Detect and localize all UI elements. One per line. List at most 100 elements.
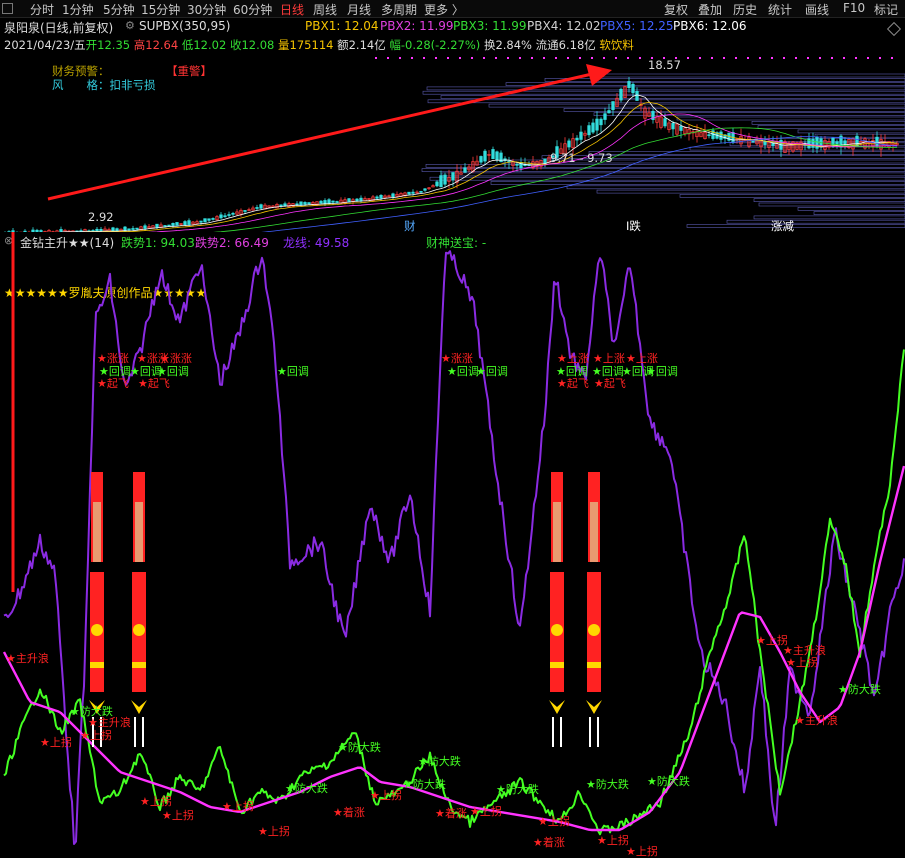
- candle-body: [619, 88, 623, 101]
- tab-15min[interactable]: 15分钟: [141, 1, 180, 18]
- signal-dot: [483, 57, 485, 59]
- candle-body: [595, 118, 599, 131]
- candle-body: [271, 205, 275, 208]
- candle-body: [319, 200, 323, 204]
- totem-2-band: [132, 662, 146, 668]
- candle-body: [99, 228, 103, 232]
- candle-body: [671, 122, 675, 130]
- indicator-panel[interactable]: ⊗ 金钻主升★★(14) 跌势1: 94.03 跌势2: 66.49 龙线: 4…: [0, 232, 905, 858]
- candle-body: [771, 142, 775, 146]
- totem-2-face: [135, 502, 143, 562]
- candle-body: [207, 218, 211, 221]
- candle-body: [303, 202, 307, 205]
- candle-body: [515, 163, 519, 166]
- f10-button[interactable]: F10: [843, 1, 865, 15]
- candle-body: [591, 122, 595, 133]
- volume-profile-bar: [505, 82, 905, 86]
- candle-body: [411, 191, 415, 194]
- signal-label-green: ★回调: [157, 365, 189, 378]
- signal-label-green: ★防大跌: [403, 777, 446, 791]
- candle-body: [379, 194, 383, 199]
- totem-3-band: [550, 662, 564, 668]
- candle-body: [439, 175, 443, 188]
- signal-dot: [759, 57, 761, 59]
- signal-dot: [579, 57, 581, 59]
- totem-3-bow: [549, 700, 565, 714]
- candle-body: [307, 202, 311, 205]
- signal-dot: [615, 57, 617, 59]
- candle-body: [115, 228, 119, 232]
- tab-daily[interactable]: 日线: [280, 1, 304, 18]
- signal-label-red: ★上拐: [40, 735, 72, 749]
- restore-right-button[interactable]: 复权: [664, 1, 688, 18]
- candle-body: [435, 181, 439, 187]
- signal-label-red: ★上涨: [593, 352, 625, 365]
- signal-label-red: ★主升浪: [783, 643, 826, 657]
- volume-profile-bar: [679, 194, 905, 198]
- stats-button[interactable]: 统计: [768, 1, 792, 18]
- candle-body: [835, 141, 839, 145]
- tab-intraday[interactable]: 分时: [30, 1, 54, 18]
- candle-body: [843, 140, 847, 145]
- candle-body: [227, 214, 231, 216]
- candle-body: [243, 210, 247, 212]
- mark-button[interactable]: 标记: [874, 1, 898, 18]
- tab-30min[interactable]: 30分钟: [187, 1, 226, 18]
- signal-label-red: ★着涨: [333, 805, 365, 819]
- tab-5min[interactable]: 5分钟: [103, 1, 135, 18]
- signal-dot: [783, 57, 785, 59]
- candle-body: [323, 200, 327, 204]
- candle-body: [607, 110, 611, 114]
- candle-body: [155, 223, 159, 228]
- signal-dot: [507, 57, 509, 59]
- signal-label-red: ★上拐: [786, 655, 818, 669]
- candle-body: [407, 191, 411, 195]
- signal-label-red: ★涨涨: [441, 352, 473, 365]
- signal-label-green: ★防大跌: [496, 782, 539, 796]
- candle-body: [231, 212, 235, 215]
- candle-body: [495, 151, 499, 161]
- overlay-button[interactable]: 叠加: [698, 1, 722, 18]
- candle-body: [199, 220, 203, 223]
- signal-label-green: ★回调: [99, 365, 131, 378]
- signal-label-red: ★主升浪: [795, 713, 838, 727]
- signal-dot: [591, 57, 593, 59]
- volume-profile-bar: [488, 103, 905, 108]
- signal-label-green: ★回调: [556, 365, 588, 378]
- candle-body: [579, 131, 583, 140]
- candle-body: [611, 101, 615, 111]
- candle-body: [491, 149, 495, 159]
- candle-body: [483, 150, 487, 162]
- panel-toggle-icon[interactable]: [2, 3, 13, 14]
- totem-1-coin: [91, 624, 103, 636]
- candle-body: [567, 140, 571, 148]
- tab-60min[interactable]: 60分钟: [233, 1, 272, 18]
- signal-label-green: ★防大跌: [418, 754, 461, 768]
- tab-weekly[interactable]: 周线: [313, 1, 337, 18]
- tab-1min[interactable]: 1分钟: [62, 1, 94, 18]
- volume-profile-bar: [490, 181, 905, 185]
- totem-4-band: [587, 662, 601, 668]
- totem-3-leg-left: [552, 717, 554, 747]
- price-low-label: 2.92: [88, 210, 114, 224]
- history-button[interactable]: 历史: [733, 1, 757, 18]
- candle-body: [163, 225, 167, 227]
- volume-profile-bar: [686, 224, 905, 228]
- tab-monthly[interactable]: 月线: [347, 1, 371, 18]
- tab-more[interactable]: 更多 〉: [424, 1, 464, 18]
- volume-profile-bar: [588, 151, 905, 155]
- signal-label-green: ★回调: [447, 365, 479, 378]
- tab-multi-period[interactable]: 多周期: [381, 1, 417, 18]
- draw-button[interactable]: 画线: [805, 1, 829, 18]
- candle-body: [127, 228, 131, 231]
- settings-gear-icon[interactable]: ⚙: [125, 19, 135, 32]
- volume-profile-bar: [797, 129, 905, 134]
- candle-body: [875, 136, 879, 147]
- volume-profile-bar: [427, 99, 905, 104]
- signal-label-red: ★上拐: [370, 788, 402, 802]
- signal-label-red: ★上拐: [597, 833, 629, 847]
- kline-chart-panel[interactable]: 泉阳泉(日线,前复权) ⚙ SUPBX(350,95) PBX1: 12.04 …: [0, 17, 905, 233]
- candle-body: [587, 125, 591, 136]
- candle-body: [211, 218, 215, 220]
- signal-dot: [519, 57, 521, 59]
